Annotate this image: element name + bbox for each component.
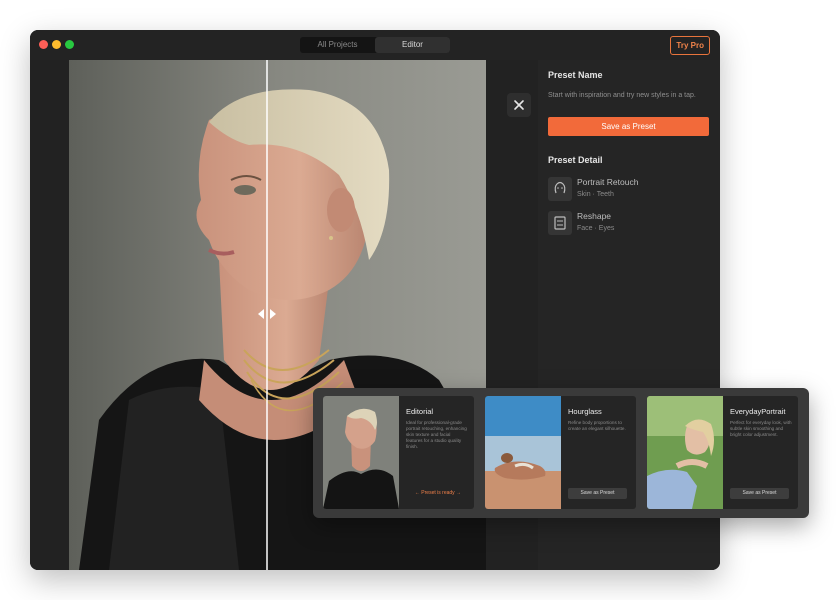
preset-description: Ideal for professional-grade portrait re… <box>406 420 467 449</box>
preset-tray: Editorial Ideal for professional-grade p… <box>313 388 809 518</box>
detail-item-reshape[interactable]: Reshape Face · Eyes <box>548 209 713 237</box>
close-window-button[interactable] <box>39 40 48 49</box>
save-as-preset-button[interactable]: Save as Preset <box>568 488 627 499</box>
preset-detail-title: Preset Detail <box>548 155 603 165</box>
preset-description: Perfect for everyday look, with subtle s… <box>730 420 792 437</box>
detail-sub: Face · Eyes <box>577 225 615 232</box>
preset-card-hourglass[interactable]: Hourglass Refine body proportions to cre… <box>485 396 636 509</box>
face-retouch-icon <box>548 177 572 201</box>
preset-title: Hourglass <box>568 407 602 416</box>
preset-name-title: Preset Name <box>548 70 603 80</box>
preset-thumbnail <box>323 396 399 509</box>
preset-card-everyday-portrait[interactable]: EverydayPortrait Perfect for everyday lo… <box>647 396 798 509</box>
try-pro-button[interactable]: Try Pro <box>670 36 710 55</box>
preset-title: Editorial <box>406 407 434 416</box>
detail-name: Portrait Retouch <box>577 177 639 187</box>
minimize-window-button[interactable] <box>52 40 61 49</box>
detail-name: Reshape <box>577 211 612 221</box>
title-bar: All Projects Editor Try Pro <box>30 30 720 61</box>
preset-name-subtitle: Start with inspiration and try new style… <box>548 92 696 99</box>
preset-ready-status: ← Preset is ready → <box>414 490 462 496</box>
save-as-preset-button[interactable]: Save as Preset <box>548 117 709 136</box>
close-panel-button[interactable] <box>507 93 531 117</box>
tab-all-projects[interactable]: All Projects <box>300 37 375 53</box>
preset-description: Refine body proportions to create an ele… <box>568 420 626 431</box>
preset-thumbnail <box>647 396 723 509</box>
divider-drag-handle-icon[interactable] <box>255 308 279 320</box>
tab-editor[interactable]: Editor <box>375 37 450 53</box>
reshape-icon <box>548 211 572 235</box>
detail-sub: Skin · Teeth <box>577 191 614 198</box>
view-switcher: All Projects Editor <box>300 37 450 53</box>
preset-title: EverydayPortrait <box>730 407 786 416</box>
detail-item-portrait-retouch[interactable]: Portrait Retouch Skin · Teeth <box>548 175 713 203</box>
preset-card-editorial[interactable]: Editorial Ideal for professional-grade p… <box>323 396 474 509</box>
zoom-window-button[interactable] <box>65 40 74 49</box>
save-as-preset-button[interactable]: Save as Preset <box>730 488 789 499</box>
close-icon <box>514 100 524 110</box>
preset-thumbnail <box>485 396 561 509</box>
